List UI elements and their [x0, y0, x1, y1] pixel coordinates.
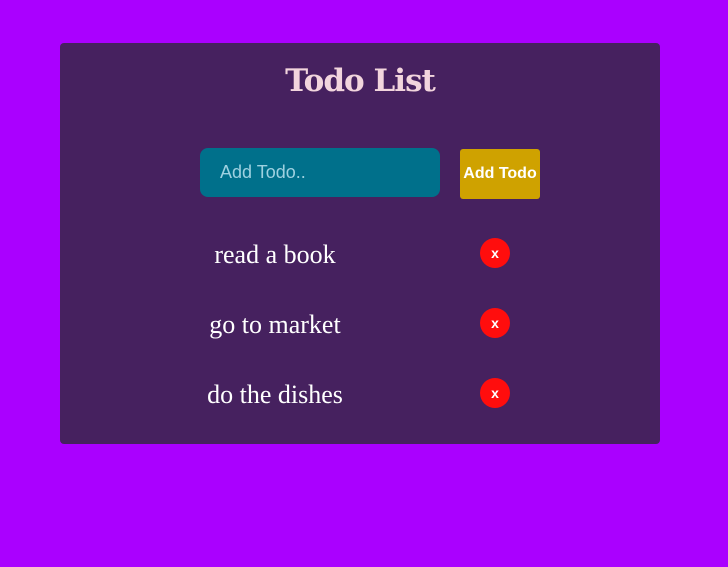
- todo-list: read a book x go to market x do the dish…: [60, 231, 660, 441]
- add-todo-button[interactable]: Add Todo: [460, 149, 540, 199]
- delete-todo-button[interactable]: x: [480, 378, 510, 408]
- todo-input[interactable]: [200, 148, 440, 197]
- todo-card: Todo List Add Todo read a book x go to m…: [60, 43, 660, 444]
- list-item: go to market x: [60, 301, 660, 371]
- delete-todo-button[interactable]: x: [480, 308, 510, 338]
- delete-todo-button[interactable]: x: [480, 238, 510, 268]
- list-item: read a book x: [60, 231, 660, 301]
- todo-text: read a book: [214, 240, 336, 269]
- page-title: Todo List: [285, 63, 436, 99]
- todo-text: go to market: [209, 310, 341, 339]
- list-item: do the dishes x: [60, 371, 660, 441]
- todo-text: do the dishes: [207, 380, 343, 409]
